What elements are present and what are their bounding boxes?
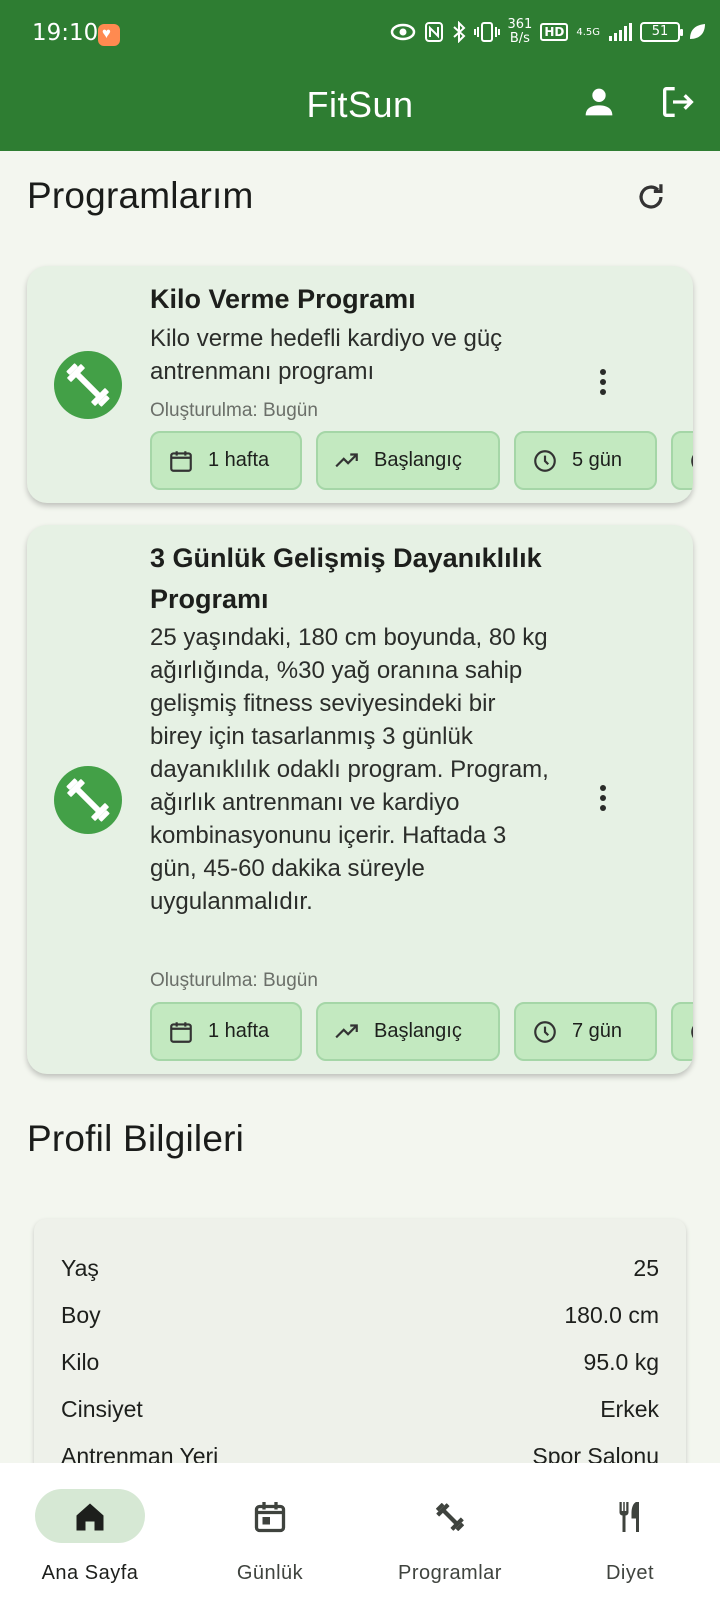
bluetooth-icon bbox=[452, 21, 465, 43]
profile-label: Yaş bbox=[61, 1255, 99, 1281]
chip-label: Başlangıç bbox=[374, 449, 462, 471]
program-created-date: Oluşturulma: Bugün bbox=[150, 400, 318, 421]
profile-value: 95.0 kg bbox=[583, 1349, 659, 1375]
clock-icon bbox=[534, 1020, 556, 1043]
chip-label: 1 hafta bbox=[208, 449, 270, 471]
program-chips: 1 hafta Başlangıç 7 gün bbox=[150, 1002, 693, 1061]
calendar-icon bbox=[170, 1021, 192, 1043]
nav-label: Programlar bbox=[398, 1562, 502, 1584]
hd-indicator: HD bbox=[540, 23, 569, 41]
net-speed: 361 B/s bbox=[508, 18, 533, 46]
person-icon bbox=[585, 88, 613, 116]
status-icons: 361 B/s HD 4.5G 51 bbox=[390, 18, 707, 46]
logout-icon bbox=[663, 87, 694, 117]
restaurant-icon bbox=[619, 1502, 639, 1532]
logout-button[interactable] bbox=[658, 82, 698, 122]
level-chip: Başlangıç bbox=[316, 1002, 500, 1061]
profile-label: Boy bbox=[61, 1302, 101, 1328]
chip-label: 7 gün bbox=[572, 1020, 623, 1042]
notification-app-icon bbox=[98, 24, 120, 46]
top-bar: 19:10 361 B/s HD 4.5G 51 FitSun bbox=[0, 0, 720, 151]
chip-label: 5 gün bbox=[572, 449, 623, 471]
net-speed-unit: B/s bbox=[509, 31, 530, 46]
duration-chip: 1 hafta bbox=[150, 431, 302, 490]
nav-label: Diyet bbox=[605, 1562, 655, 1584]
nav-item-home[interactable]: Ana Sayfa bbox=[0, 1463, 180, 1600]
dumbbell-icon bbox=[435, 1502, 465, 1532]
profile-section-title: Profil Bilgileri bbox=[27, 1118, 245, 1159]
status-time: 19:10 bbox=[32, 20, 99, 46]
level-chip: Başlangıç bbox=[316, 431, 500, 490]
status-chip bbox=[671, 431, 693, 490]
program-created-date: Oluşturulma: Bugün bbox=[150, 970, 318, 991]
program-avatar bbox=[54, 351, 122, 419]
clock-icon bbox=[534, 449, 556, 472]
program-title: Kilo Verme Programı bbox=[150, 284, 416, 314]
status-chip bbox=[671, 1002, 693, 1061]
dumbbell-icon bbox=[66, 778, 110, 822]
profile-button[interactable] bbox=[579, 82, 619, 122]
vibrate-icon bbox=[473, 22, 500, 42]
more-vert-icon bbox=[600, 785, 606, 791]
profile-label: Kilo bbox=[61, 1349, 100, 1375]
more-options-button[interactable] bbox=[597, 369, 609, 403]
status-bar: 19:10 361 B/s HD 4.5G 51 bbox=[0, 0, 720, 70]
program-card[interactable]: 3 Günlük Gelişmiş Dayanıklılık Programı … bbox=[27, 525, 693, 1074]
more-options-button[interactable] bbox=[597, 785, 609, 819]
program-title: 3 Günlük Gelişmiş Dayanıklılık Programı bbox=[150, 543, 542, 614]
leaf-icon bbox=[690, 24, 705, 39]
profile-value: Erkek bbox=[600, 1396, 659, 1422]
refresh-button[interactable] bbox=[634, 180, 668, 214]
nav-item-programs[interactable]: Programlar bbox=[360, 1463, 540, 1600]
nav-item-daily[interactable]: Günlük bbox=[180, 1463, 360, 1600]
nav-label: Günlük bbox=[236, 1562, 304, 1584]
profile-value: 25 bbox=[633, 1255, 659, 1281]
profile-row-weight: Kilo 95.0 kg bbox=[61, 1349, 659, 1376]
trending-up-icon bbox=[335, 452, 358, 467]
program-avatar bbox=[54, 766, 122, 834]
nav-label: Ana Sayfa bbox=[41, 1562, 139, 1584]
days-chip: 7 gün bbox=[514, 1002, 657, 1061]
home-icon bbox=[76, 1503, 104, 1531]
more-vert-icon bbox=[600, 369, 606, 375]
program-chips: 1 hafta Başlangıç 5 gün bbox=[150, 431, 693, 490]
dumbbell-icon bbox=[66, 363, 110, 407]
profile-row-height: Boy 180.0 cm bbox=[61, 1302, 659, 1329]
net-speed-value: 361 bbox=[507, 17, 533, 32]
nav-item-diet[interactable]: Diyet bbox=[540, 1463, 720, 1600]
calendar-today-icon bbox=[254, 1502, 286, 1533]
battery-indicator: 51 bbox=[640, 22, 683, 42]
calendar-icon bbox=[170, 450, 192, 472]
program-description: Kilo verme hedefli kardiyo ve güç antren… bbox=[150, 325, 503, 385]
profile-label: Cinsiyet bbox=[61, 1396, 143, 1422]
eye-icon bbox=[390, 23, 415, 41]
refresh-icon bbox=[639, 184, 663, 209]
profile-row-gender: Cinsiyet Erkek bbox=[61, 1396, 659, 1423]
programs-section-title: Programlarım bbox=[27, 175, 254, 216]
duration-chip: 1 hafta bbox=[150, 1002, 302, 1061]
bottom-navigation: Ana Sayfa Günlük Programlar Diyet bbox=[0, 1463, 720, 1600]
profile-row-age: Yaş 25 bbox=[61, 1255, 659, 1282]
check-circle-icon bbox=[691, 1025, 693, 1038]
trending-up-icon bbox=[335, 1023, 358, 1038]
days-chip: 5 gün bbox=[514, 431, 657, 490]
program-description: 25 yaşındaki, 180 cm boyunda, 80 kg ağır… bbox=[150, 624, 549, 915]
network-type: 4.5G bbox=[576, 26, 600, 38]
signal-icon bbox=[609, 23, 632, 41]
check-circle-icon bbox=[691, 454, 693, 467]
program-card[interactable]: Kilo Verme Programı Kilo verme hedefli k… bbox=[27, 266, 693, 503]
nfc-icon bbox=[424, 22, 443, 42]
profile-value: 180.0 cm bbox=[564, 1302, 659, 1328]
chip-label: Başlangıç bbox=[374, 1020, 462, 1042]
chip-label: 1 hafta bbox=[208, 1020, 270, 1042]
